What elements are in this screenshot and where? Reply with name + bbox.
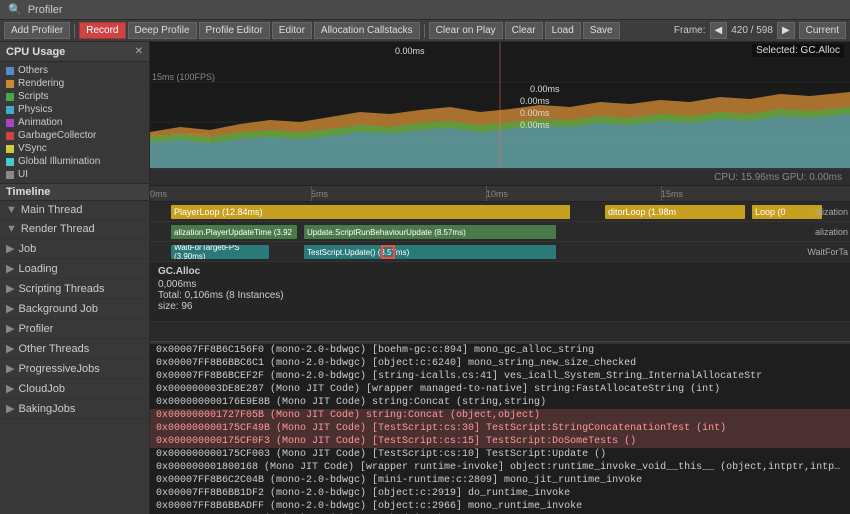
thread-item-loading[interactable]: ▶ Loading [0,259,149,279]
call-stack-area[interactable]: 0x00007FF8B6C156F0 (mono-2.0-bdwgc) [boe… [150,344,850,514]
stack-line-2: 0x00007FF8B6BCEF2F (mono-2.0-bdwgc) [str… [150,370,850,383]
legend-item-vsync: VSync [0,142,149,155]
svg-text:0.00ms: 0.00ms [520,120,550,130]
stack-line-6[interactable]: 0x000000000175CF49B (Mono JIT Code) [Tes… [150,422,850,435]
svg-text:15ms (100FPS): 15ms (100FPS) [152,72,215,82]
stack-line-0: 0x00007FF8B6C156F0 (mono-2.0-bdwgc) [boe… [150,344,850,357]
timeline-cpu-header: CPU: 15.96ms GPU: 0.00ms [150,170,850,186]
time-10ms: 10ms [486,189,508,199]
window-title-bar: 🔍 Profiler [0,0,850,20]
cpu-chart-area: Selected: GC.Alloc 15ms (100FPS) 5ms (20… [150,42,850,170]
time-5ms: 5ms [311,189,328,199]
legend-color-others [6,67,14,75]
selected-label: Selected: GC.Alloc [752,44,844,57]
timeline-label: Timeline [0,184,149,201]
legend-item-gc: GarbageCollector [0,129,149,142]
thread-item-baking[interactable]: ▶ BakingJobs [0,399,149,419]
legend-item-ui: UI [0,168,149,181]
gc-alloc-total: Total: 0,106ms (8 Instances) [158,290,842,301]
thread-item-profiler[interactable]: ▶ Profiler [0,319,149,339]
stack-line-11: 0x00007FF8B6BB1DF2 (mono-2.0-bdwgc) [obj… [150,487,850,500]
legend-item-rendering: Rendering [0,77,149,90]
toolbar-sep-1 [74,24,75,38]
left-panel: CPU Usage ✕ Others Rendering Scripts Phy… [0,42,150,514]
svg-text:0.00ms: 0.00ms [530,84,560,94]
cpu-usage-header: CPU Usage ✕ [0,42,149,62]
stack-line-9: 0x000000001800168 (Mono JIT Code) [wrapp… [150,461,850,474]
thread-item-job[interactable]: ▶ Job [0,239,149,259]
legend-item-gi: Global Illumination [0,155,149,168]
svg-text:0.00ms: 0.00ms [520,108,550,118]
load-button[interactable]: Load [545,22,581,39]
toolbar: Add Profiler Record Deep Profile Profile… [0,20,850,42]
editor-button[interactable]: Editor [272,22,312,39]
cpu-info: CPU: 15.96ms GPU: 0.00ms [714,172,842,183]
record-button[interactable]: Record [79,22,125,39]
window-title: Profiler [28,4,63,16]
tracks-area[interactable]: PlayerLoop (12.84ms) ditorLoop (1.98m Lo… [150,202,850,344]
allocation-callstacks-button[interactable]: Allocation Callstacks [314,22,420,39]
add-profiler-button[interactable]: Add Profiler [4,22,70,39]
stack-line-1: 0x00007FF8B6BBC6C1 (mono-2.0-bdwgc) [obj… [150,357,850,370]
legend-item-physics: Physics [0,103,149,116]
thread-list[interactable]: ▼ Main Thread ▼ Render Thread ▶ Job ▶ Lo… [0,201,149,514]
stack-line-4: 0x000000000176E9E8B (Mono JIT Code) stri… [150,396,850,409]
cpu-usage-title: CPU Usage [6,46,65,58]
gc-alloc-info: GC.Alloc 0,006ms Total: 0,106ms (8 Insta… [150,262,850,322]
gc-alloc-size: size: 96 [158,301,842,312]
frame-label: Frame: [674,25,706,36]
main-thread-track-2: alization.PlayerUpdateTime (3.92 Update.… [150,222,850,242]
thread-item-scripting[interactable]: ▶ Scripting Threads [0,279,149,299]
frame-current: 420 / 598 [731,25,773,36]
legend-item-others: Others [0,64,149,77]
main-layout: CPU Usage ✕ Others Rendering Scripts Phy… [0,42,850,514]
frame-info: Frame: ◀ 420 / 598 ▶ Current [674,22,846,39]
cpu-chart-svg: 15ms (100FPS) 5ms (200FPS) 0.00ms 0.00ms… [150,42,850,170]
stack-line-5[interactable]: 0x000000001727F05B (Mono JIT Code) strin… [150,409,850,422]
time-0ms: 0ms [150,189,167,199]
stack-line-8: 0x000000000175CF003 (Mono JIT Code) [Tes… [150,448,850,461]
thread-item-other[interactable]: ▶ Other Threads [0,339,149,359]
stack-line-3: 0x000000003DE8E287 (Mono JIT Code) [wrap… [150,383,850,396]
thread-item-render[interactable]: ▼ Render Thread [0,220,149,239]
legend-item-scripts: Scripts [0,90,149,103]
prev-frame-button[interactable]: ◀ [710,22,728,39]
main-thread-track-1: PlayerLoop (12.84ms) ditorLoop (1.98m Lo… [150,202,850,222]
legend-item-animation: Animation [0,116,149,129]
gc-alloc-bar[interactable] [381,245,395,259]
time-15ms: 15ms [661,189,683,199]
render-thread-track [150,322,850,342]
stack-line-12: 0x00007FF8B6BBADFF (mono-2.0-bdwgc) [obj… [150,500,850,513]
save-button[interactable]: Save [583,22,620,39]
profile-editor-button[interactable]: Profile Editor [199,22,270,39]
clear-button[interactable]: Clear [505,22,543,39]
window-icon: 🔍 [8,3,22,16]
gc-alloc-name: GC.Alloc [158,266,842,277]
thread-item-cloud[interactable]: ▶ CloudJob [0,379,149,399]
main-thread-track-3: WaitForTargetFPS (3.90ms) TestScript.Upd… [150,242,850,262]
deep-profile-button[interactable]: Deep Profile [128,22,197,39]
current-button[interactable]: Current [799,22,846,39]
thread-item-bgjob[interactable]: ▶ Background Job [0,299,149,319]
legend-area: Others Rendering Scripts Physics Animati… [0,62,149,184]
thread-item-main[interactable]: ▼ Main Thread [0,201,149,220]
svg-text:0.00ms: 0.00ms [395,46,425,56]
clear-on-play-button[interactable]: Clear on Play [429,22,503,39]
thread-item-progressive[interactable]: ▶ ProgressiveJobs [0,359,149,379]
next-frame-button[interactable]: ▶ [777,22,795,39]
time-ruler: 0ms 5ms 10ms 15ms [150,186,850,202]
gc-alloc-time: 0,006ms [158,279,842,290]
stack-line-7[interactable]: 0x000000000175CF0F3 (Mono JIT Code) [Tes… [150,435,850,448]
toolbar-sep-2 [424,24,425,38]
close-icon[interactable]: ✕ [135,46,143,57]
svg-text:0.00ms: 0.00ms [520,96,550,106]
right-panel: Selected: GC.Alloc 15ms (100FPS) 5ms (20… [150,42,850,514]
stack-line-10: 0x00007FF8B6C2C04B (mono-2.0-bdwgc) [min… [150,474,850,487]
alization-bar: alization [815,202,848,222]
